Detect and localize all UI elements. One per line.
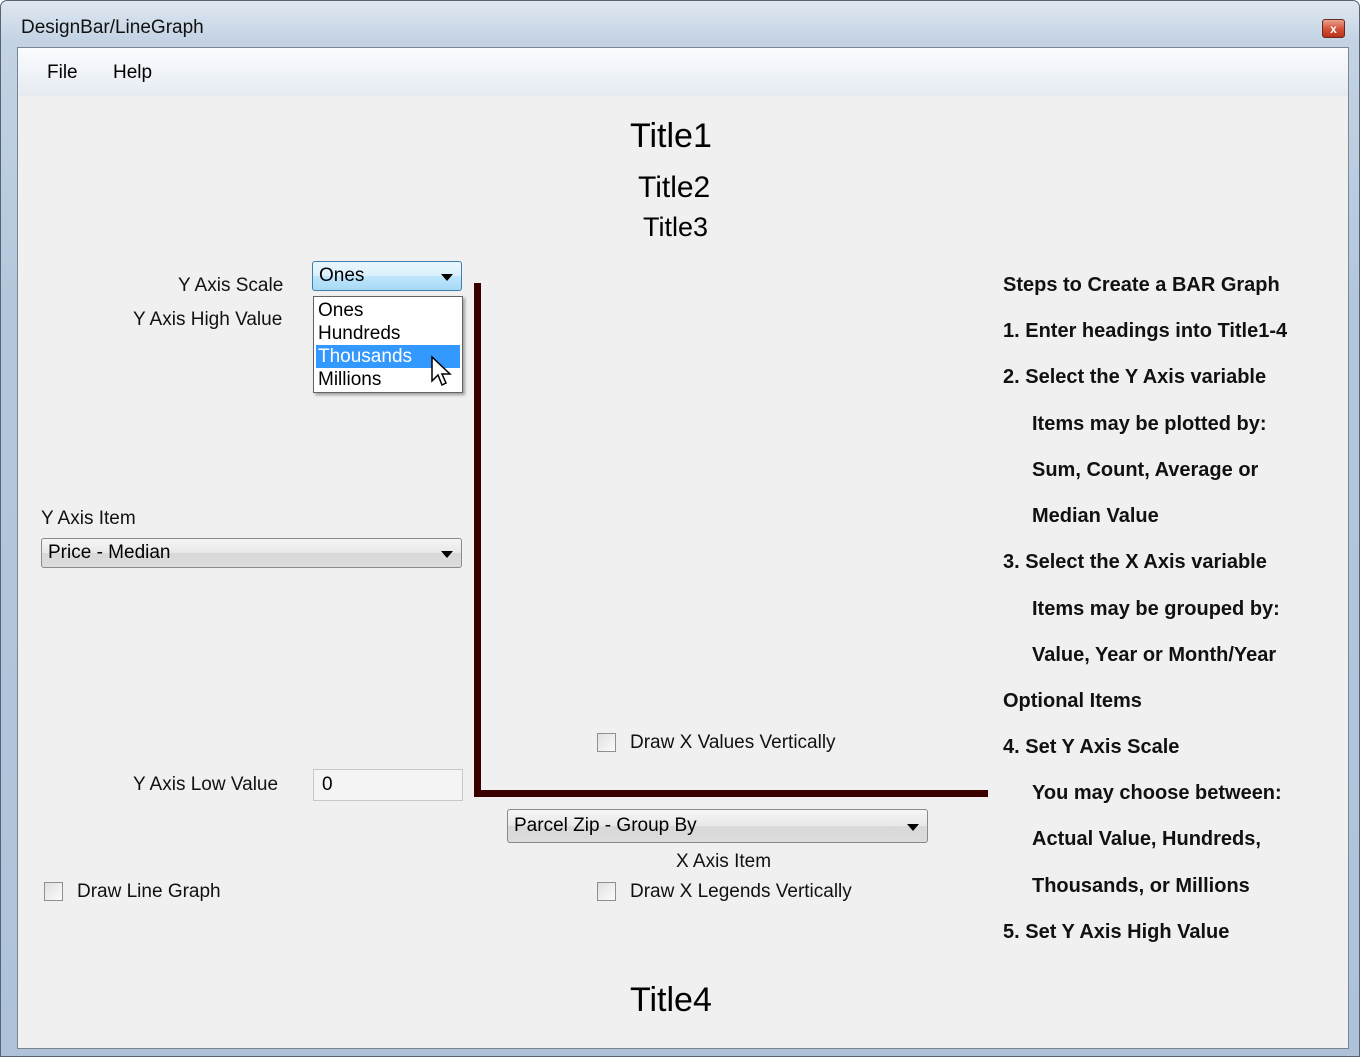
draw-x-legends-vertically-label: Draw X Legends Vertically [630, 881, 852, 902]
menu-help[interactable]: Help [113, 62, 152, 84]
chevron-down-icon [907, 824, 919, 831]
y-axis-line [474, 283, 481, 797]
y-axis-low-value: 0 [322, 774, 333, 795]
step-4-detail-3: Thousands, or Millions [1032, 875, 1250, 897]
title1: Title1 [630, 117, 712, 155]
steps-heading: Steps to Create a BAR Graph [1003, 274, 1280, 296]
x-axis-line [474, 790, 988, 797]
y-axis-high-value-label: Y Axis High Value [133, 309, 283, 330]
step-2-detail-2: Sum, Count, Average or [1032, 459, 1259, 481]
draw-x-legends-vertically-checkbox[interactable] [597, 882, 616, 901]
scale-option-ones[interactable]: Ones [316, 299, 460, 322]
y-axis-scale-label: Y Axis Scale [178, 275, 284, 296]
title3: Title3 [643, 212, 709, 242]
title-bar[interactable]: DesignBar/LineGraph x [1, 1, 1359, 47]
optional-items-heading: Optional Items [1003, 690, 1142, 712]
y-axis-item-label: Y Axis Item [41, 508, 136, 529]
step-2-detail-1: Items may be plotted by: [1032, 413, 1267, 435]
step-4-detail-1: You may choose between: [1032, 782, 1282, 804]
title4: Title4 [630, 981, 712, 1019]
draw-x-values-vertically-label: Draw X Values Vertically [630, 732, 836, 753]
draw-line-graph-label: Draw Line Graph [77, 881, 221, 902]
x-axis-item-combo[interactable]: Parcel Zip - Group By [507, 809, 928, 843]
step-3-detail-2: Value, Year or Month/Year [1032, 644, 1277, 666]
window-title: DesignBar/LineGraph [21, 17, 204, 38]
chevron-down-icon [441, 551, 453, 558]
x-axis-item-label: X Axis Item [676, 851, 772, 872]
step-3: 3. Select the X Axis variable [1003, 551, 1267, 573]
step-1: 1. Enter headings into Title1-4 [1003, 320, 1288, 342]
chevron-down-icon [441, 274, 453, 281]
menu-bar: File Help [18, 48, 1348, 96]
mouse-cursor-icon [431, 355, 452, 387]
y-axis-item-value: Price - Median [48, 542, 171, 563]
step-2-detail-3: Median Value [1032, 505, 1159, 527]
step-4-detail-2: Actual Value, Hundreds, [1032, 828, 1261, 850]
draw-line-graph-checkbox[interactable] [44, 882, 63, 901]
step-5: 5. Set Y Axis High Value [1003, 921, 1230, 943]
step-3-detail-1: Items may be grouped by: [1032, 598, 1280, 620]
draw-x-values-vertically-checkbox[interactable] [597, 733, 616, 752]
scale-option-hundreds[interactable]: Hundreds [316, 322, 460, 345]
step-4: 4. Set Y Axis Scale [1003, 736, 1180, 758]
y-axis-low-value-label: Y Axis Low Value [133, 774, 279, 795]
x-axis-item-value: Parcel Zip - Group By [514, 815, 697, 836]
y-axis-scale-combo[interactable]: Ones [312, 261, 462, 291]
y-axis-item-combo[interactable]: Price - Median [41, 538, 462, 568]
y-axis-low-value-input[interactable]: 0 [313, 769, 463, 801]
step-2: 2. Select the Y Axis variable [1003, 366, 1267, 388]
title2: Title2 [638, 171, 711, 204]
menu-file[interactable]: File [47, 62, 78, 84]
y-axis-scale-value: Ones [319, 265, 365, 286]
close-button[interactable]: x [1322, 19, 1345, 38]
